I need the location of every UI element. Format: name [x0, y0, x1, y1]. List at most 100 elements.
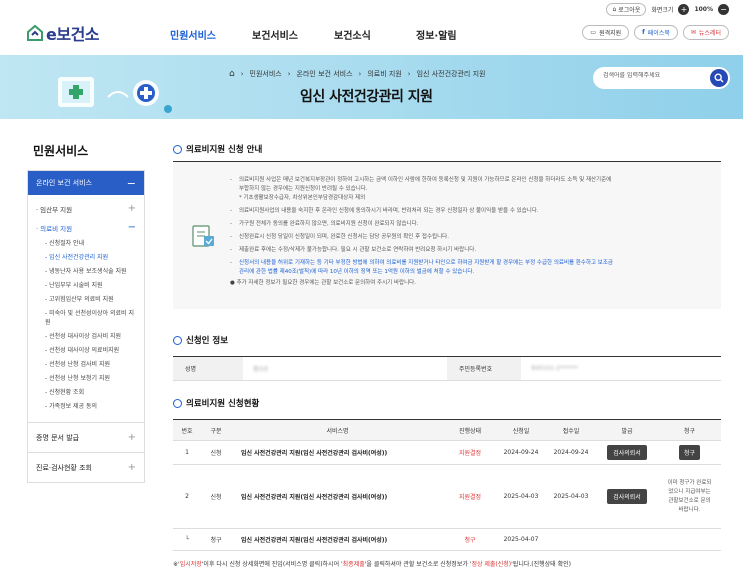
mail-icon: ✉ [690, 29, 696, 36]
logo-text: e보건소 [46, 25, 100, 44]
sidebar-subitem[interactable]: - 선천성 대사이상 의료비지원 [28, 344, 144, 358]
collapse-icon: − [127, 222, 136, 233]
header: e보건소 민원서비스 보건서비스 보건소식 정보·알림 ▭ 원격지원 f 페이스… [0, 16, 743, 52]
notice-item: 가구원 전체가 동의를 완료하지 않으면, 의료비지원 신청이 완료되지 않습니… [230, 220, 710, 229]
sidebar-subitem[interactable]: - 신청절차 안내 [28, 237, 144, 251]
sidebar-title: 민원서비스 [33, 144, 89, 158]
col-service: 서비스명 [231, 419, 444, 441]
breadcrumb-item[interactable]: 온라인 보건 서비스 [297, 69, 353, 79]
home-icon: ⌂ [612, 6, 617, 13]
col-state: 진행상태 [444, 419, 496, 441]
section-bullet-icon [173, 144, 182, 154]
referral-button[interactable]: 검사의뢰서 [607, 445, 647, 460]
sidebar-item-pregnant-support[interactable]: · 임산부 지원 + [28, 199, 144, 218]
section-bullet-icon [173, 398, 182, 408]
table-row: 1 신청 임신 사전건강관리 지원(임신 사전건강관리 검사비(여성)) 지원결… [173, 440, 721, 465]
sidebar-subitem[interactable]: - 가족정보 제공 동의 [28, 400, 144, 414]
facebook-button[interactable]: f 페이스북 [634, 25, 678, 40]
sidebar-menu: 온라인 보건 서비스 − · 임산부 지원 + · 의료비 지원 − - 신청절… [27, 170, 145, 484]
gnb-health-news[interactable]: 보건소식 [334, 27, 416, 42]
main-content: 의료비지원 신청 안내 의료비지원 사업은 매년 보건복지부장관이 정하여 고시… [173, 143, 731, 551]
claim-note: 이미 청구가 완료되었으니 지급여부는 관할보건소로 문의바랍니다. [667, 479, 712, 513]
gnb-health-service[interactable]: 보건서비스 [252, 27, 334, 42]
section-title-applicant: 신청인 정보 [173, 334, 228, 346]
notice-item-warning: 신청서의 내용을 허위로 기재하는 등 기타 부정한 방법에 의하여 의료비를 … [230, 259, 710, 268]
sidebar-subitem[interactable]: - 미숙아 및 선천성이상아 의료비 지원 [28, 307, 144, 329]
section-bullet-icon [173, 335, 182, 345]
sidebar-item-certificates[interactable]: 증명 문서 발급 + [28, 423, 144, 454]
zoom-label: 화면크기 [651, 7, 674, 14]
col-no: 번호 [173, 419, 201, 441]
facebook-icon: f [642, 29, 645, 36]
notice-box: 의료비지원 사업은 매년 보건복지부장관이 정하여 고시하는 금액 이하인 사람… [173, 161, 721, 309]
newsletter-button[interactable]: ✉ 뉴스레터 [682, 25, 729, 40]
logout-button[interactable]: ⌂ 로그아웃 [606, 3, 647, 16]
zoom-value: 100% [694, 6, 713, 13]
notice-item: 의료비지원사업의 내용을 숙지한 후 온라인 신청에 동의하시기 바라며, 반려… [230, 207, 710, 216]
notice-item-info: ● 추가 자세한 정보가 필요한 경우에는 관할 보건소로 문의하여 주시기 바… [230, 280, 416, 286]
applicant-info-row: 성명 홍O순 주민등록번호 900101-2****** [173, 356, 721, 381]
notice-list: 의료비지원 사업은 매년 보건복지부장관이 정하여 고시하는 금액 이하인 사람… [230, 176, 710, 288]
section-title-notice: 의료비지원 신청 안내 [173, 143, 731, 155]
sidebar-subitem[interactable]: - 신청현황 조회 [28, 386, 144, 400]
section-title-status: 의료비지원 신청현황 [173, 397, 259, 409]
sidebar-subitem[interactable]: - 난임부부 시술비 지원 [28, 279, 144, 293]
sidebar-subitem-active[interactable]: - 임신 사전건강관리 지원 [28, 251, 144, 265]
sidebar-item-treatment-status[interactable]: 진료·검사현황 조회 + [28, 453, 144, 482]
notice-item: 의료비지원 사업은 매년 보건복지부장관이 정하여 고시하는 금액 이하인 사람… [230, 176, 710, 185]
search-button[interactable] [710, 69, 728, 87]
table-header-row: 번호 구분 서비스명 진행상태 신청일 접수일 발급 청구 [173, 419, 721, 441]
col-issue: 발급 [596, 419, 658, 441]
gnb-civil-service[interactable]: 민원서비스 [170, 27, 252, 42]
sidebar-subitem[interactable]: - 선천성 난청 보청기 지원 [28, 372, 144, 386]
sidebar-item-medical-support[interactable]: · 의료비 지원 − [28, 218, 144, 237]
notice-item-cont: * 기초생활보장수급자, 차상위본인부담경감대상자 제외 [239, 195, 366, 201]
table-row: 2 신청 임신 사전건강관리 지원(임신 사전건강관리 검사비(여성)) 지원결… [173, 464, 721, 529]
sidebar-subitem[interactable]: - 선천성 대사이상 검사비 지원 [28, 330, 144, 344]
sidebar-subitem[interactable]: - 선천성 난청 검사비 지원 [28, 358, 144, 372]
footer-note: ※'임시저장'이후 다시 신청 상세화면에 진입(서비스명 클릭)하시어 '최종… [173, 561, 571, 568]
page-banner: ⌂ › 민원서비스 › 온라인 보건 서비스 › 의료비 지원 › 임신 사전건… [0, 55, 743, 119]
col-type: 구분 [201, 419, 231, 441]
breadcrumb-item[interactable]: 민원서비스 [250, 69, 282, 79]
col-claim: 청구 [658, 419, 721, 441]
expand-icon: + [127, 432, 136, 444]
name-value: 홍O순 [253, 366, 269, 373]
document-check-icon [192, 225, 214, 247]
service-link[interactable]: 임신 사전건강관리 지원(임신 사전건강관리 검사비(여성)) [231, 440, 444, 465]
zoom-in-button[interactable]: + [678, 4, 690, 15]
col-applied: 신청일 [496, 419, 546, 441]
expand-icon: + [127, 462, 136, 474]
search-icon [714, 73, 724, 83]
sidebar-item-online-health[interactable]: 온라인 보건 서비스 − [28, 171, 144, 195]
global-nav: 민원서비스 보건서비스 보건소식 정보·알림 [170, 27, 498, 42]
notice-item-cont: 부합하지 않는 경우에는 지원신청이 반려될 수 있습니다. [239, 186, 368, 192]
service-link[interactable]: 임신 사전건강관리 지원(임신 사전건강관리 검사비(여성)) [231, 464, 444, 529]
rrn-label: 주민등록번호 [447, 357, 521, 380]
breadcrumb-item[interactable]: 임신 사전건강관리 지원 [417, 69, 486, 79]
collapse-icon: − [126, 176, 136, 190]
logo-house-icon [27, 24, 43, 41]
zoom-out-button[interactable]: − [718, 4, 729, 15]
breadcrumb-item[interactable]: 의료비 지원 [367, 69, 401, 79]
rrn-value: 900101-2****** [531, 365, 578, 372]
claim-button[interactable]: 청구 [678, 445, 701, 460]
logo[interactable]: e보건소 [26, 21, 100, 45]
search-input[interactable] [603, 72, 703, 79]
service-link[interactable]: 임신 사전건강관리 지원(임신 사전건강관리 검사비(여성)) [231, 528, 444, 551]
col-received: 접수일 [546, 419, 596, 441]
gnb-info[interactable]: 정보·알림 [416, 27, 498, 42]
sidebar-subitem[interactable]: - 냉동난자 사용 보조생식술 지원 [28, 265, 144, 279]
notice-item: 제출완료 후에는 수정/삭제가 불가능합니다. 필요 시 관할 보건소로 연락하… [230, 246, 710, 255]
referral-button[interactable]: 검사의뢰서 [607, 489, 647, 504]
status-table: 번호 구분 서비스명 진행상태 신청일 접수일 발급 청구 1 신청 임신 사전… [173, 419, 721, 551]
home-icon[interactable]: ⌂ [229, 69, 235, 79]
remote-support-button[interactable]: ▭ 원격지원 [582, 25, 630, 40]
page-title: 임신 사전건강관리 지원 [300, 89, 433, 105]
header-buttons: ▭ 원격지원 f 페이스북 ✉ 뉴스레터 [582, 25, 729, 40]
expand-icon: + [127, 203, 136, 214]
status-text: 청구 [444, 528, 496, 551]
sidebar-subitem[interactable]: - 고위험임산부 의료비 지원 [28, 293, 144, 307]
monitor-icon: ▭ [590, 29, 597, 36]
notice-item-warning-cont: 관리에 관한 법률 제40조(벌칙)에 따라 10년 이하의 징역 또는 1억원… [239, 269, 475, 275]
